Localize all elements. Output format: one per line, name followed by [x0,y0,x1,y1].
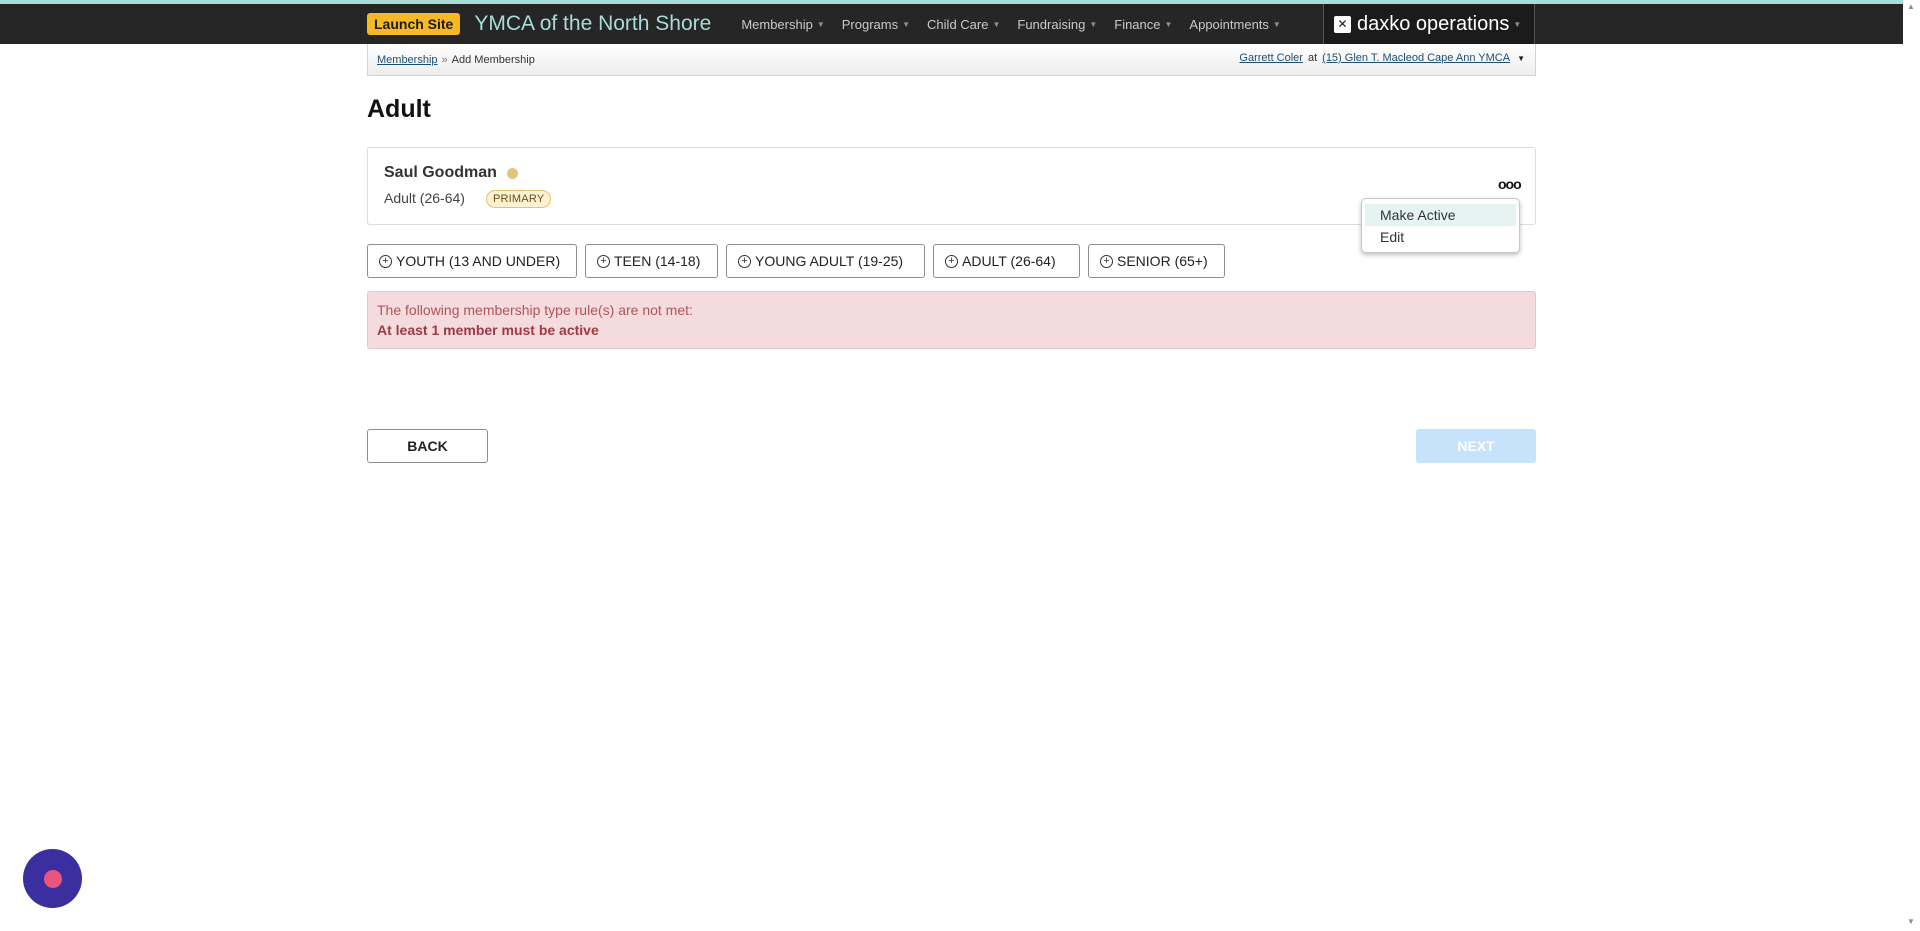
more-options-icon[interactable]: ooo [1498,177,1522,191]
chevron-down-icon: ▼ [992,19,1001,29]
scroll-up-icon[interactable]: ▲ [1907,2,1915,11]
nav-appointments[interactable]: Appointments ▼ [1189,17,1280,32]
nav-child-care-label: Child Care [927,16,989,32]
daxko-product-label: daxko operations [1357,12,1510,35]
breadcrumb-separator: » [441,54,448,66]
alert-message: The following membership type rule(s) ar… [377,302,693,318]
daxko-product-menu[interactable]: ✕ daxko operations ▼ [1323,4,1535,44]
breadcrumb: Membership» Add Membership [377,54,535,66]
location-dropdown-icon[interactable]: ▼ [1517,54,1525,63]
chat-icon [43,869,62,888]
plus-circle-icon: + [597,254,610,268]
add-youth-button[interactable]: + YOUTH (13 AND UNDER) [367,244,577,278]
chevron-down-icon: ▼ [816,19,825,29]
top-navbar: Launch Site YMCA of the North Shore Memb… [0,4,1920,44]
primary-badge: PRIMARY [486,190,552,208]
chevron-down-icon: ▼ [1089,19,1098,29]
chevron-down-icon: ▼ [1164,19,1173,29]
add-adult-button[interactable]: + ADULT (26-64) [933,244,1080,278]
nav-membership-label: Membership [741,16,813,32]
chevron-down-icon: ▼ [1272,19,1281,29]
page-scrollbar[interactable]: ▲ ▼ [1903,0,1920,931]
rule-alert: The following membership type rule(s) ar… [367,291,1536,349]
user-at-label: at [1307,52,1318,64]
nav-finance-label: Finance [1114,16,1161,32]
add-youth-label: YOUTH (13 AND UNDER) [396,253,561,269]
menu-item-make-active[interactable]: Make Active [1365,204,1516,226]
location-link[interactable]: (15) Glen T. Macleod Cape Ann YMCA [1322,52,1510,64]
plus-circle-icon: + [379,254,392,268]
add-young-adult-label: YOUNG ADULT (19-25) [755,253,904,269]
add-senior-button[interactable]: + SENIOR (65+) [1088,244,1225,278]
alert-rule: At least 1 member must be active [377,322,599,338]
nav-membership[interactable]: Membership ▼ [741,17,824,32]
chat-widget-button[interactable] [23,849,82,908]
nav-finance[interactable]: Finance ▼ [1114,17,1172,32]
add-senior-label: SENIOR (65+) [1117,253,1208,269]
page-title: Adult [367,95,431,123]
launch-site-button[interactable]: Launch Site [367,13,461,35]
nav-programs-label: Programs [841,16,899,32]
member-status-dot [507,168,518,179]
plus-circle-icon: + [945,254,958,268]
member-name: Saul Goodman [384,164,497,181]
nav-fundraising[interactable]: Fundraising ▼ [1017,17,1097,32]
nav-appointments-label: Appointments [1189,16,1269,32]
menu-item-edit[interactable]: Edit [1362,226,1519,248]
nav-child-care[interactable]: Child Care ▼ [927,17,1000,32]
next-button[interactable]: NEXT [1416,429,1536,463]
plus-circle-icon: + [1100,254,1113,268]
scroll-down-icon[interactable]: ▼ [1907,917,1915,926]
breadcrumb-current: Add Membership [451,54,535,66]
breadcrumb-membership-link[interactable]: Membership [377,54,438,66]
navbar-inner: Launch Site YMCA of the North Shore Memb… [367,4,1535,44]
member-age-group: Adult (26-64) [384,190,465,206]
plus-circle-icon: + [738,254,751,268]
breadcrumb-bar: Membership» Add Membership Garrett Coler … [367,44,1536,76]
nav-programs[interactable]: Programs ▼ [842,17,910,32]
member-actions-menu: Make Active Edit [1361,198,1520,253]
daxko-logo-icon: ✕ [1334,15,1351,33]
user-name-link[interactable]: Garrett Coler [1239,52,1303,64]
nav-fundraising-label: Fundraising [1017,16,1086,32]
add-young-adult-button[interactable]: + YOUNG ADULT (19-25) [726,244,925,278]
add-teen-button[interactable]: + TEEN (14-18) [585,244,718,278]
chevron-down-icon: ▼ [902,19,911,29]
add-adult-label: ADULT (26-64) [962,253,1056,269]
chevron-down-icon: ▼ [1513,19,1522,29]
add-teen-label: TEEN (14-18) [614,253,701,269]
back-button[interactable]: BACK [367,429,488,463]
brand-title[interactable]: YMCA of the North Shore [474,12,711,36]
user-info: Garrett Coler at (15) Glen T. Macleod Ca… [1239,52,1525,64]
